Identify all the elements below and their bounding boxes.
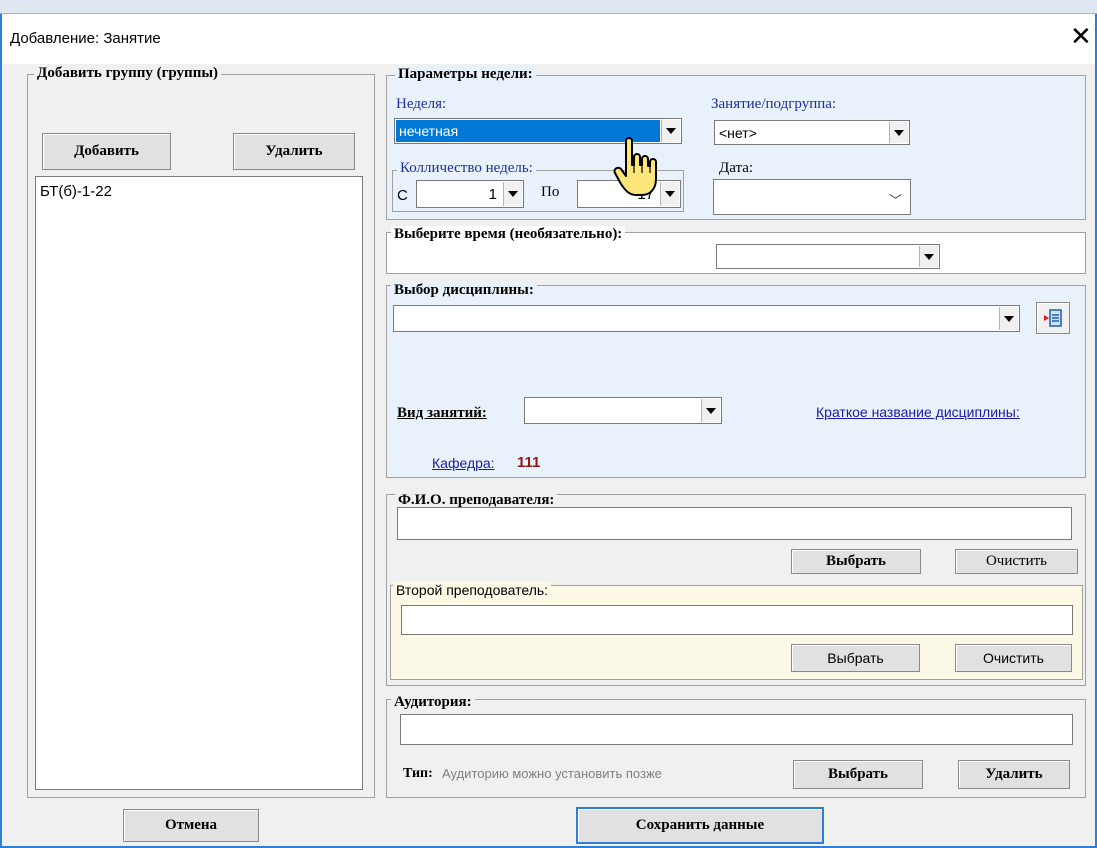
date-value bbox=[716, 180, 718, 214]
teacher-clear-button[interactable]: Очистить bbox=[955, 549, 1078, 574]
second-teacher-title: Второй преподователь: bbox=[393, 582, 552, 598]
remove-group-button[interactable]: Удалить bbox=[233, 133, 355, 170]
date-picker[interactable]: ﹀ bbox=[713, 179, 911, 215]
time-value bbox=[719, 245, 721, 268]
room-field[interactable] bbox=[400, 714, 1073, 745]
room-value bbox=[401, 715, 1072, 725]
from-week-select[interactable]: 1 bbox=[416, 180, 524, 208]
from-label: С bbox=[397, 187, 408, 204]
chevron-down-icon[interactable] bbox=[919, 246, 938, 267]
room-remove-button[interactable]: Удалить bbox=[958, 760, 1070, 789]
room-type-label: Тип: bbox=[403, 766, 433, 781]
lesson-subgroup-label: Занятие/подгруппа: bbox=[711, 96, 837, 112]
groups-panel-title: Добавить группу (группы) bbox=[34, 65, 222, 82]
second-teacher-select-button[interactable]: Выбрать bbox=[791, 644, 920, 672]
department-value: 111 bbox=[517, 454, 541, 471]
teacher-field[interactable] bbox=[397, 507, 1072, 540]
add-group-button[interactable]: Добавить bbox=[42, 133, 171, 170]
week-select-value: нечетная bbox=[399, 123, 459, 139]
short-name-link[interactable]: Краткое название дисциплины: bbox=[816, 404, 1020, 420]
second-teacher-field[interactable] bbox=[401, 605, 1073, 635]
save-button[interactable]: Сохранить данные bbox=[576, 807, 824, 844]
teacher-value bbox=[398, 508, 1071, 520]
hand-pointer-icon bbox=[612, 135, 672, 201]
week-count-title: Колличество недель: bbox=[397, 160, 536, 177]
second-teacher-value bbox=[402, 606, 1072, 616]
chevron-down-icon[interactable] bbox=[889, 122, 908, 143]
chevron-down-icon[interactable] bbox=[999, 307, 1018, 330]
lesson-type-label: Вид занятий: bbox=[397, 405, 487, 421]
lesson-type-value bbox=[527, 398, 529, 423]
background-window-strip bbox=[0, 0, 1097, 14]
teacher-select-button[interactable]: Выбрать bbox=[791, 549, 921, 574]
week-params-title: Параметры недели: bbox=[395, 66, 536, 83]
room-title: Аудитория: bbox=[391, 694, 475, 711]
chevron-down-icon[interactable] bbox=[503, 182, 522, 206]
lesson-subgroup-value: <нет> bbox=[719, 124, 757, 141]
lesson-subgroup-select[interactable]: <нет> bbox=[714, 120, 910, 145]
title-bar bbox=[2, 14, 1095, 64]
discipline-value bbox=[396, 306, 398, 331]
second-teacher-clear-button[interactable]: Очистить bbox=[955, 644, 1072, 672]
week-label: Неделя: bbox=[396, 96, 447, 112]
window-title: Добавление: Занятие bbox=[10, 30, 161, 47]
chevron-down-icon[interactable] bbox=[701, 399, 720, 422]
discipline-select[interactable] bbox=[393, 305, 1020, 332]
date-label: Дата: bbox=[719, 160, 754, 176]
groups-list[interactable]: БТ(б)-1-22 bbox=[35, 176, 363, 790]
close-icon[interactable]: ✕ bbox=[1070, 22, 1092, 50]
room-type-hint: Аудиторию можно установить позже bbox=[442, 766, 662, 781]
to-label: По bbox=[541, 184, 560, 200]
lesson-type-select[interactable] bbox=[524, 397, 722, 424]
list-picker-icon-glyph bbox=[1044, 309, 1062, 327]
from-week-value: 1 bbox=[488, 185, 497, 203]
time-title: Выберите время (необязательно): bbox=[391, 226, 626, 243]
list-item[interactable]: БТ(б)-1-22 bbox=[40, 183, 362, 200]
list-picker-icon[interactable] bbox=[1036, 302, 1070, 334]
discipline-title: Выбор дисциплины: bbox=[391, 282, 537, 299]
time-select[interactable] bbox=[716, 244, 940, 269]
cancel-button[interactable]: Отмена bbox=[123, 809, 259, 842]
chevron-down-icon[interactable]: ﹀ bbox=[889, 190, 902, 209]
department-link[interactable]: Кафедра: bbox=[432, 455, 495, 471]
room-select-button[interactable]: Выбрать bbox=[793, 760, 923, 789]
